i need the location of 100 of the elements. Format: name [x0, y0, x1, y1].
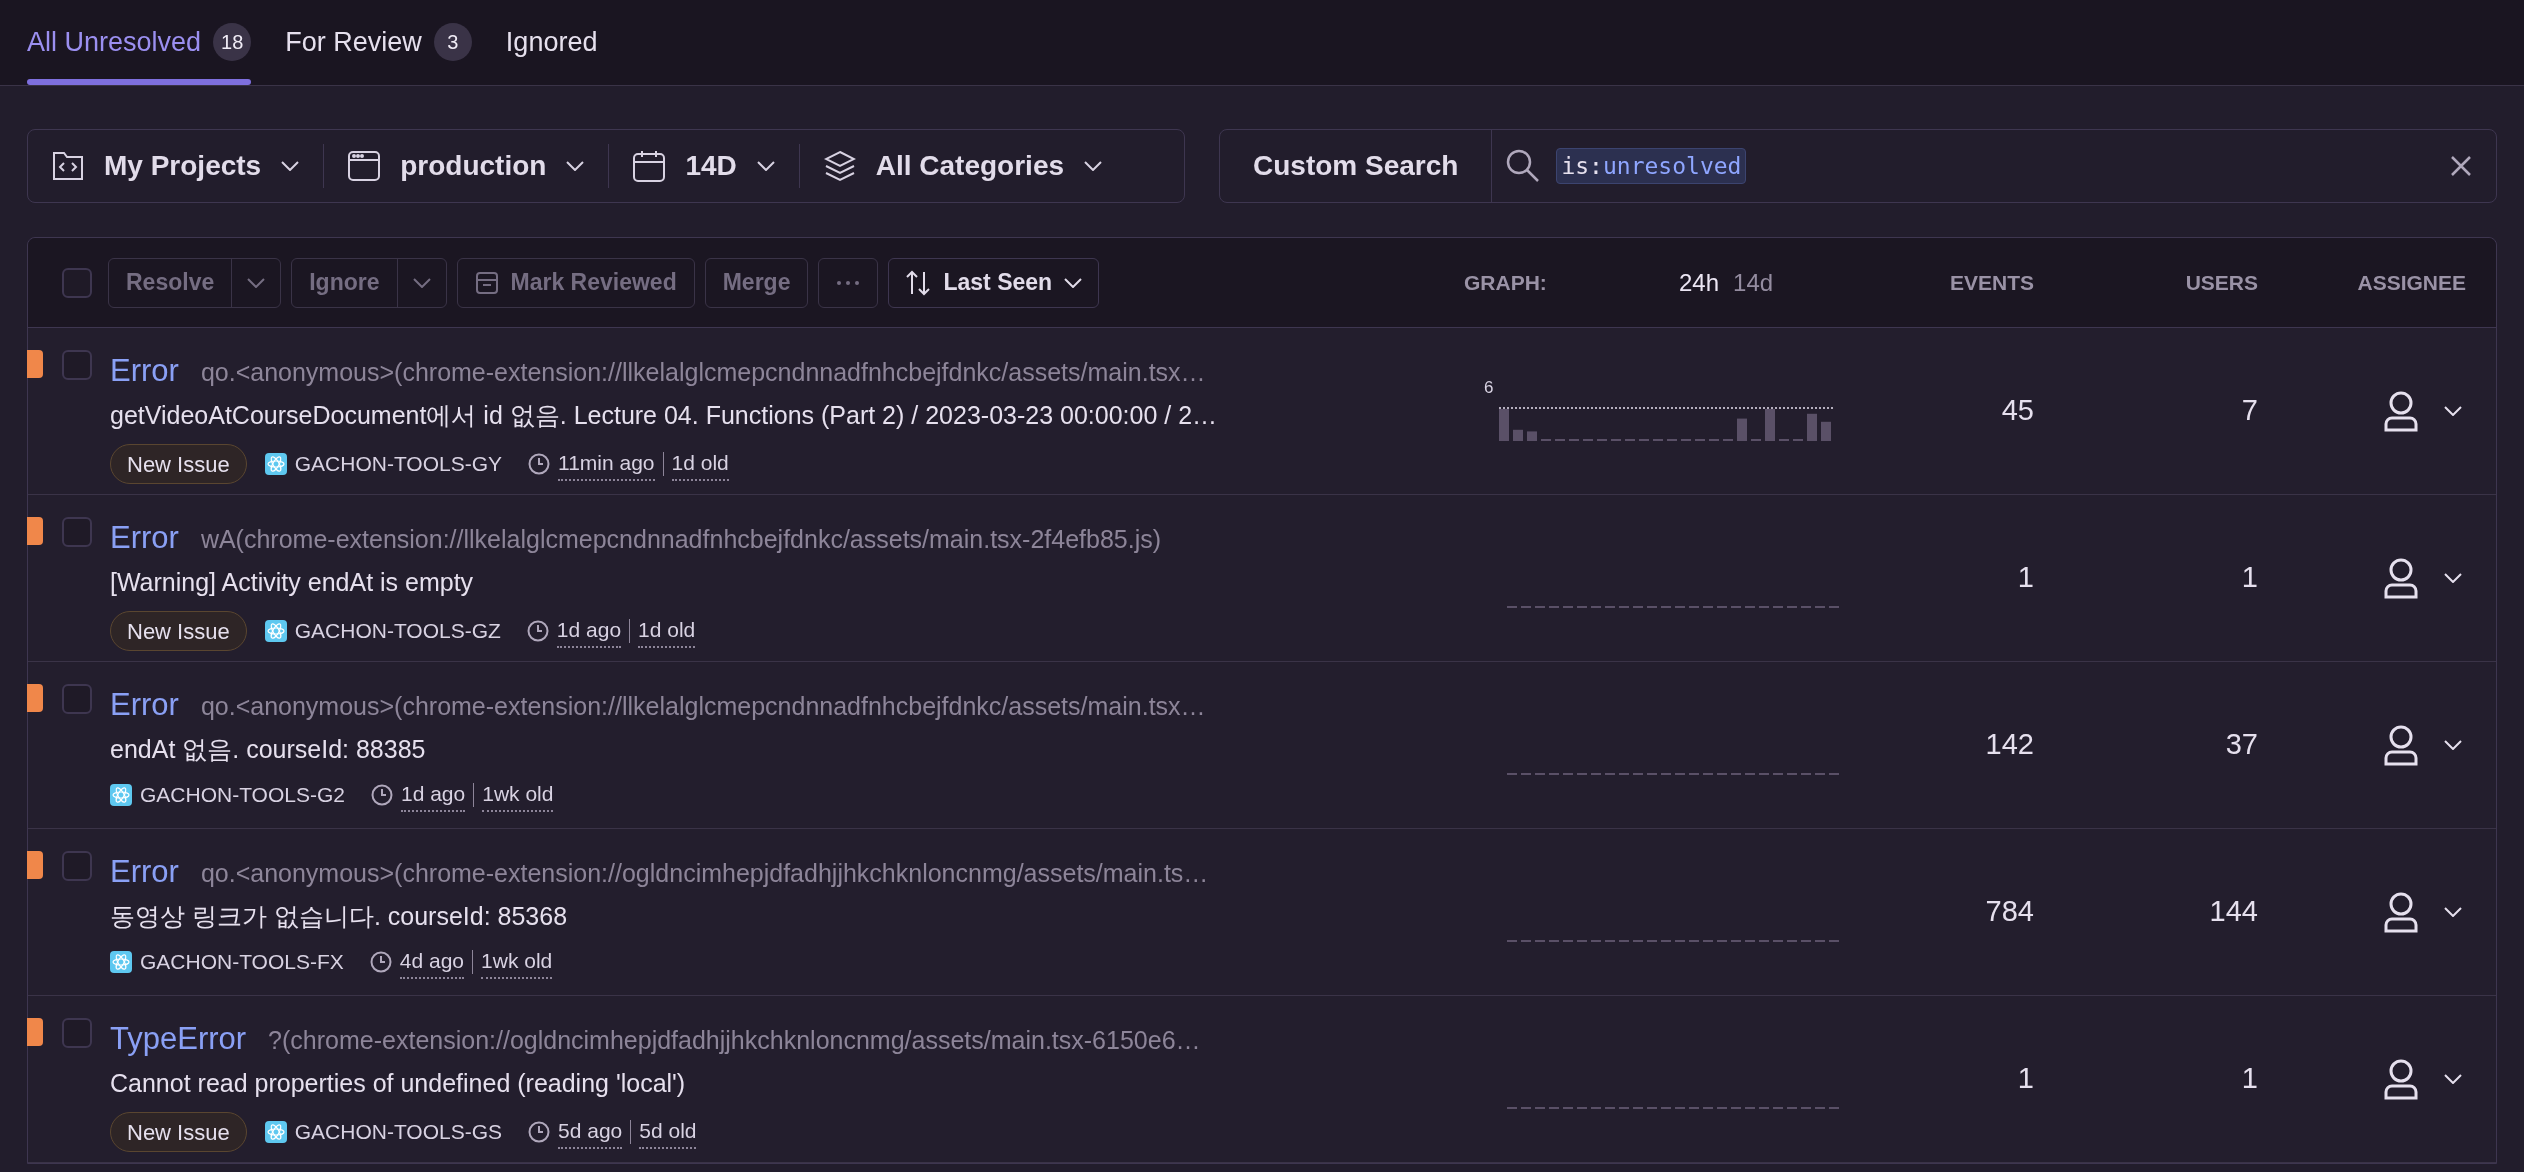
- issue-title-link[interactable]: Error: [110, 849, 179, 896]
- period-tab[interactable]: 24h: [1679, 264, 1720, 301]
- checkbox[interactable]: [62, 517, 92, 547]
- search-icon: [1506, 149, 1541, 183]
- issue-location: qo.<anonymous>(chrome-extension://llkelalglcmepcndnnadfnhcbejfdnkc/assets/main.tsx…: [200, 357, 1206, 388]
- status-badge: New Issue: [110, 444, 247, 484]
- issue-title-link[interactable]: Error: [110, 682, 179, 729]
- last-seen-time: 5d ago: [558, 1115, 623, 1149]
- event-count: 1: [2017, 561, 2034, 594]
- last-seen-time: 1d ago: [556, 614, 622, 648]
- chevron-down-icon: [247, 277, 266, 288]
- inbox-icon: [474, 270, 499, 295]
- clock-icon: [526, 620, 549, 642]
- issue-message: [Warning] Activity endAt is empty: [110, 566, 475, 598]
- chevron-down-icon: [281, 161, 300, 171]
- issue-title-link[interactable]: TypeError: [110, 1016, 247, 1063]
- calendar-icon: [633, 150, 666, 182]
- more-icon: [836, 279, 861, 286]
- issue-message: endAt 없음. courseId: 88385: [110, 733, 427, 765]
- search-token: is:unresolved: [1556, 147, 1747, 185]
- sort-dropdown[interactable]: Last Seen: [888, 257, 1100, 308]
- status-badge: New Issue: [110, 1112, 247, 1152]
- event-count: 1: [2017, 1062, 2034, 1095]
- checkbox[interactable]: [62, 267, 92, 298]
- checkbox[interactable]: [62, 350, 92, 380]
- issue-title-link[interactable]: Error: [110, 515, 179, 562]
- checkbox[interactable]: [62, 851, 92, 881]
- issue-age: 1wk old: [482, 778, 554, 812]
- clock-icon: [528, 1121, 551, 1143]
- level-marker: [27, 851, 43, 879]
- user-count: 37: [2225, 728, 2258, 761]
- chevron-down-icon: [1064, 277, 1083, 288]
- chevron-down-icon: [2444, 907, 2462, 917]
- layers-icon: [823, 150, 856, 182]
- issue-message: 동영상 링크가 없습니다. courseId: 85368: [110, 900, 569, 932]
- event-count: 45: [2001, 394, 2034, 427]
- project-name: GACHON-TOOLS-G2: [140, 782, 345, 808]
- column-header: USERS: [2185, 270, 2258, 294]
- clock-icon: [369, 950, 392, 973]
- chevron-down-icon: [566, 161, 585, 171]
- issue-age: 1d old: [638, 614, 696, 648]
- custom-search-button[interactable]: Custom Search: [1220, 130, 1493, 202]
- project-name: GACHON-TOOLS-GZ: [294, 618, 501, 645]
- user-count: 1: [2241, 561, 2258, 594]
- chevron-down-icon: [756, 161, 775, 171]
- status-badge: New Issue: [110, 611, 247, 651]
- column-header: EVENTS: [1949, 270, 2034, 294]
- issue-location: qo.<anonymous>(chrome-extension://llkelalglcmepcndnnadfnhcbejfdnkc/assets/main.tsx…: [200, 691, 1206, 722]
- project-name: GACHON-TOOLS-FX: [140, 949, 344, 975]
- react-logo-icon: [110, 950, 132, 973]
- checkbox[interactable]: [62, 684, 92, 714]
- issue-age: 5d old: [639, 1115, 697, 1149]
- filter-dropdown[interactable]: production: [324, 130, 609, 202]
- issue-age: 1wk old: [481, 945, 553, 979]
- issue-row[interactable]: Error qo.<anonymous>(chrome-extension://ogldncimhepjdfadhjjhkchknloncnmg/assets/main.ts… 동영상 링크가 없습니다. courseId: 85368 GACHON-TOOLS-FX 4d ago 1wk old 784 144: [28, 829, 2496, 996]
- column-header: GRAPH:: [1464, 269, 1548, 296]
- close-icon[interactable]: [2450, 155, 2472, 177]
- tab[interactable]: For Review 3: [285, 0, 472, 85]
- level-marker: [27, 517, 43, 545]
- folder-code-icon: [52, 151, 84, 181]
- merge-button[interactable]: Merge: [704, 257, 809, 308]
- project-name: GACHON-TOOLS-GS: [294, 1119, 503, 1146]
- period-tab[interactable]: 14d: [1733, 264, 1774, 301]
- last-seen-time: 11min ago: [558, 447, 655, 481]
- issue-row[interactable]: Error qo.<anonymous>(chrome-extension://llkelalglcmepcndnnadfnhcbejfdnkc/assets/main.tsx… endAt 없음. courseId: 88385 GACHON-TOOLS-G2 1d ago 1wk old 142 37: [28, 662, 2496, 829]
- project-name: GACHON-TOOLS-GY: [294, 451, 503, 478]
- clock-icon: [371, 783, 393, 806]
- issue-title-link[interactable]: Error: [110, 348, 179, 395]
- event-count: 142: [1985, 728, 2034, 761]
- last-seen-time: 1d ago: [401, 778, 466, 812]
- checkbox[interactable]: [62, 1018, 92, 1048]
- user-count: 7: [2241, 394, 2258, 427]
- filter-dropdown[interactable]: All Categories: [799, 130, 1127, 202]
- issue-location: wA(chrome-extension://llkelalglcmepcndnnadfnhcbejfdnkc/assets/main.tsx-2f4efb85.js): [200, 524, 1162, 555]
- sort-icon: [905, 269, 932, 296]
- react-logo-icon: [264, 620, 287, 642]
- search-field[interactable]: is:unresolved: [1492, 130, 2496, 202]
- react-logo-icon: [264, 453, 287, 475]
- chevron-down-icon: [2444, 406, 2462, 416]
- issue-row[interactable]: Error wA(chrome-extension://llkelalglcmepcndnnadfnhcbejfdnkc/assets/main.tsx-2f4efb85.js) [Warning] Activity endAt is empty New Issue GACHON-TOOLS-GZ 1d ago 1d old 1 1: [28, 495, 2496, 662]
- react-logo-icon: [110, 783, 132, 806]
- user-count: 1: [2241, 1062, 2258, 1095]
- tab[interactable]: All Unresolved 18: [27, 0, 252, 85]
- split-button[interactable]: Ignore: [291, 257, 447, 308]
- chevron-down-icon: [412, 277, 431, 288]
- level-marker: [27, 1018, 43, 1046]
- chevron-down-icon: [2444, 740, 2462, 750]
- last-seen-time: 4d ago: [399, 945, 465, 979]
- chevron-down-icon: [2444, 573, 2462, 583]
- tab[interactable]: Ignored: [505, 0, 598, 85]
- column-header: ASSIGNEE: [2357, 270, 2466, 294]
- filter-dropdown[interactable]: My Projects: [28, 130, 324, 202]
- mark-reviewed-button[interactable]: Mark Reviewed: [456, 257, 695, 308]
- user-count: 144: [2209, 895, 2258, 928]
- split-button[interactable]: Resolve: [108, 257, 282, 308]
- issue-row[interactable]: TypeError ?(chrome-extension://ogldncimhepjdfadhjjhkchknloncnmg/assets/main.tsx-6150e6… Cannot read properties of undefined (reading 'local') New Issue GACHON-TOOLS-GS 5d ago 5d old 1 1: [28, 996, 2496, 1163]
- filter-dropdown[interactable]: 14D: [609, 130, 799, 202]
- issue-location: ?(chrome-extension://ogldncimhepjdfadhjjhkchknloncnmg/assets/main.tsx-6150e6…: [268, 1025, 1201, 1056]
- browser-window-icon: [348, 151, 381, 181]
- event-count: 784: [1985, 895, 2034, 928]
